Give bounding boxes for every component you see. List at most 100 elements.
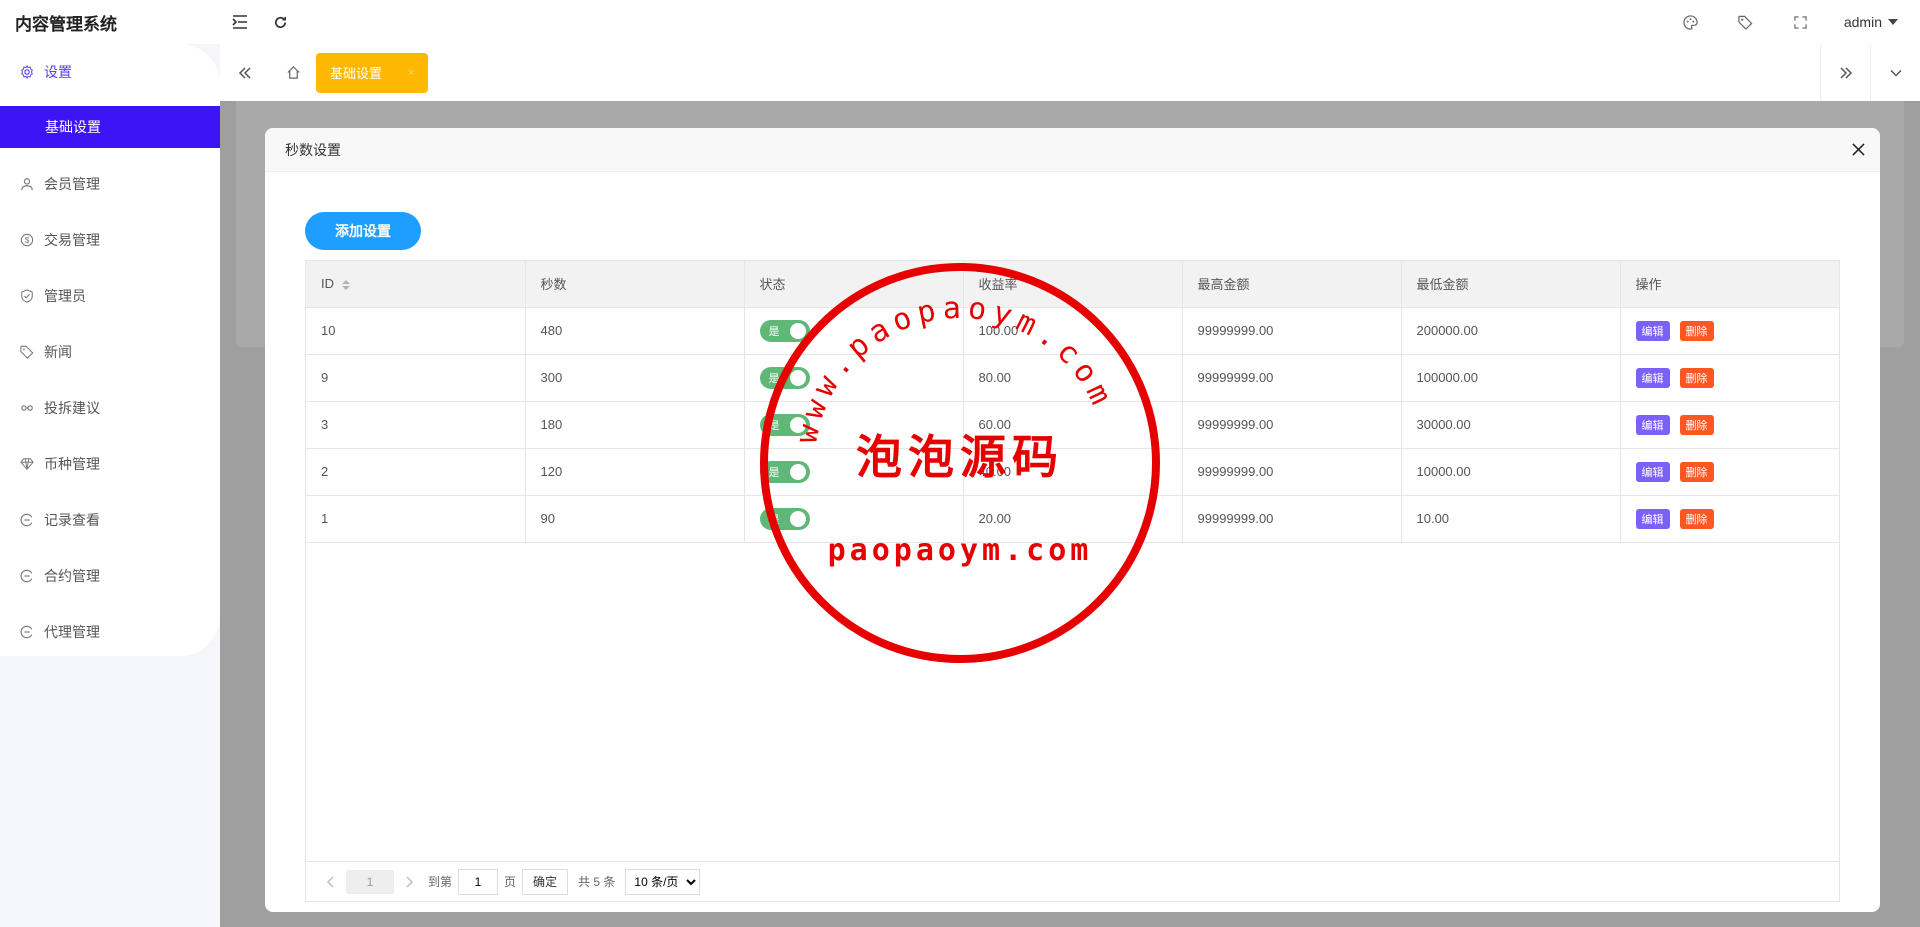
delete-button[interactable]: 删除 — [1679, 414, 1714, 435]
page-size-select[interactable]: 10 条/页 — [625, 868, 701, 895]
sidebar-item-label: 交易管理 — [44, 232, 100, 248]
table-row: 1 90 是 20.00 99999999.00 10.00 编辑 删除 — [306, 495, 1839, 543]
edit-button[interactable]: 编辑 — [1635, 414, 1670, 435]
column-header-seconds: 秒数 — [525, 261, 745, 308]
toggle-knob — [789, 510, 806, 527]
column-header-max-amount: 最高金额 — [1182, 261, 1402, 308]
cell-actions: 编辑 删除 — [1620, 495, 1839, 543]
tabs-menu-chevron-down-icon[interactable] — [1870, 44, 1920, 101]
sidebar-item-label: 记录查看 — [44, 512, 100, 528]
sidebar-item-contracts[interactable]: 合约管理 — [0, 548, 220, 604]
cell-status: 是 — [744, 401, 964, 449]
modal-header: 秒数设置 — [265, 128, 1880, 172]
fullscreen-icon[interactable] — [1773, 0, 1828, 44]
status-toggle-label: 是 — [768, 466, 780, 479]
tab-basic-settings[interactable]: 基础设置 × — [316, 52, 429, 93]
cell-rate: 80.00 — [963, 354, 1183, 402]
sidebar-item-currencies[interactable]: 币种管理 — [0, 436, 220, 492]
edit-button[interactable]: 编辑 — [1635, 320, 1670, 341]
cell-seconds: 90 — [525, 495, 745, 543]
cell-max-amount: 99999999.00 — [1182, 448, 1402, 496]
delete-button[interactable]: 删除 — [1679, 508, 1714, 529]
add-setting-button[interactable]: 添加设置 — [305, 212, 421, 250]
theme-palette-icon[interactable] — [1663, 0, 1718, 44]
diamond-icon — [20, 457, 34, 471]
link-icon — [20, 401, 34, 415]
cell-id: 3 — [306, 401, 526, 449]
tag-icon[interactable] — [1718, 0, 1773, 44]
tabs-scroll-right-icon[interactable] — [1820, 44, 1870, 101]
toggle-knob — [789, 416, 806, 433]
sidebar-item-label: 设置 — [44, 64, 72, 80]
cell-min-amount: 100000.00 — [1401, 354, 1621, 402]
toggle-knob — [789, 369, 806, 386]
cell-id: 9 — [306, 354, 526, 402]
tabs-scroll-left-icon[interactable] — [220, 44, 270, 101]
column-header-rate: 收益率 — [963, 261, 1183, 308]
cell-seconds: 300 — [525, 354, 745, 402]
refresh-icon[interactable] — [260, 0, 300, 44]
caret-down-icon — [1888, 19, 1898, 25]
delete-button[interactable]: 删除 — [1679, 320, 1714, 341]
sidebar-item-suggestions[interactable]: 投拆建议 — [0, 380, 220, 436]
shield-icon — [20, 289, 34, 303]
close-icon[interactable] — [1836, 128, 1880, 172]
sidebar-item-label: 新闻 — [44, 344, 72, 360]
sidebar-subitem-basic-settings[interactable]: 基础设置 — [0, 106, 220, 148]
app-title: 内容管理系统 — [15, 14, 117, 34]
column-header-status: 状态 — [744, 261, 964, 308]
gear-icon — [20, 65, 34, 79]
sidebar-item-members[interactable]: 会员管理 — [0, 156, 220, 212]
edit-button[interactable]: 编辑 — [1635, 367, 1670, 388]
sidebar-item-agents[interactable]: 代理管理 — [0, 604, 220, 660]
top-bar: 内容管理系统 admin — [0, 0, 1920, 44]
goto-page-input[interactable] — [458, 868, 499, 895]
modal-title: 秒数设置 — [285, 141, 341, 158]
dollar-icon: $ — [20, 233, 34, 247]
menu-collapse-icon[interactable] — [220, 0, 260, 44]
cell-actions: 编辑 删除 — [1620, 354, 1839, 402]
prev-page-icon[interactable] — [318, 869, 344, 895]
cell-actions: 编辑 删除 — [1620, 401, 1839, 449]
delete-button[interactable]: 删除 — [1679, 461, 1714, 482]
sidebar-item-label: 代理管理 — [44, 624, 100, 640]
next-page-icon[interactable] — [396, 869, 422, 895]
user-menu[interactable]: admin — [1828, 14, 1920, 30]
record-icon — [20, 625, 34, 639]
user-name: admin — [1843, 14, 1882, 30]
status-toggle-label: 是 — [768, 513, 780, 526]
cell-actions: 编辑 删除 — [1620, 307, 1839, 355]
edit-button[interactable]: 编辑 — [1635, 461, 1670, 482]
cell-status: 是 — [744, 495, 964, 543]
cell-rate: 40.00 — [963, 448, 1183, 496]
cell-rate: 100.00 — [963, 307, 1183, 355]
sidebar-item-records[interactable]: 记录查看 — [0, 492, 220, 548]
cell-min-amount: 30000.00 — [1401, 401, 1621, 449]
tab-close-icon[interactable]: × — [408, 67, 414, 79]
status-toggle[interactable]: 是 — [759, 507, 810, 530]
toggle-knob — [789, 463, 806, 480]
tabs-bar: 基础设置 × — [220, 44, 1920, 101]
sort-icon[interactable] — [342, 279, 350, 290]
sidebar-item-admins[interactable]: 管理员 — [0, 268, 220, 324]
goto-confirm-button[interactable]: 确定 — [522, 868, 569, 895]
sidebar-item-news[interactable]: 新闻 — [0, 324, 220, 380]
cell-id: 1 — [306, 495, 526, 543]
status-toggle[interactable]: 是 — [759, 366, 810, 389]
cell-status: 是 — [744, 307, 964, 355]
table-header-row: ID 秒数 状态 收益率 最高金额 最低金额 操作 — [306, 261, 1839, 308]
status-toggle[interactable]: 是 — [759, 319, 810, 342]
column-header-actions: 操作 — [1620, 261, 1839, 308]
cell-actions: 编辑 删除 — [1620, 448, 1839, 496]
sidebar-item-settings[interactable]: 设置 — [0, 44, 220, 100]
sidebar-item-transactions[interactable]: $ 交易管理 — [0, 212, 220, 268]
status-toggle[interactable]: 是 — [759, 460, 810, 483]
current-page[interactable]: 1 — [346, 869, 394, 894]
edit-button[interactable]: 编辑 — [1635, 508, 1670, 529]
status-toggle[interactable]: 是 — [759, 413, 810, 436]
tag-icon — [20, 345, 34, 359]
cell-max-amount: 99999999.00 — [1182, 354, 1402, 402]
home-icon[interactable] — [270, 44, 316, 101]
column-header-id[interactable]: ID — [306, 261, 526, 308]
delete-button[interactable]: 删除 — [1679, 367, 1714, 388]
